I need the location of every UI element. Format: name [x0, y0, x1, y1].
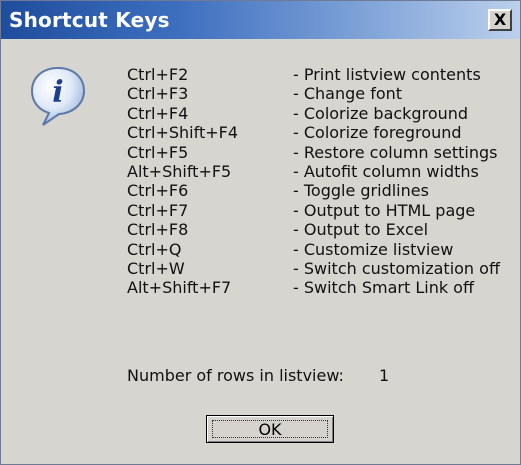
shortcut-description: - Print listview contents: [293, 65, 481, 84]
shortcut-keys-dialog: Shortcut Keys X i Ctrl+F2 - Print listvie…: [0, 0, 521, 465]
shortcut-description: - Switch customization off: [293, 258, 500, 278]
shortcut-key: Ctrl+F8: [127, 220, 189, 240]
shortcut-description: - Colorize background: [293, 103, 469, 123]
shortcut-description: - Switch Smart Link off: [293, 278, 474, 298]
shortcut-key: Ctrl+F3: [127, 84, 189, 104]
shortcut-key: Alt+Shift+F5: [127, 161, 232, 181]
shortcut-description: - Restore column settings: [293, 142, 498, 162]
dialog-title: Shortcut Keys: [9, 8, 170, 32]
close-button[interactable]: X: [488, 9, 512, 31]
shortcut-key: Alt+Shift+F7: [127, 278, 232, 298]
shortcut-key: Ctrl+F4: [127, 103, 189, 123]
shortcut-description: - Autofit column widths: [293, 161, 479, 181]
shortcut-key: Ctrl+W: [127, 258, 185, 278]
shortcut-description: - Customize listview: [293, 239, 454, 259]
info-glyph: i: [52, 75, 63, 110]
shortcut-description: - Output to Excel: [293, 220, 429, 240]
close-icon: X: [493, 10, 507, 29]
shortcut-key: Ctrl+F7: [127, 200, 189, 220]
info-icon: i: [30, 66, 86, 126]
shortcut-key: Ctrl+Q: [127, 239, 182, 259]
shortcut-description: - Toggle gridlines: [293, 181, 429, 201]
shortcut-key: Ctrl+F2: [127, 65, 189, 84]
row-count-label: Number of rows in listview:: [127, 366, 344, 385]
shortcut-key: Ctrl+Shift+F4: [127, 123, 239, 143]
row-count-value: 1: [379, 366, 390, 385]
shortcut-description: - Colorize foreground: [293, 123, 462, 143]
shortcut-description: - Change font: [293, 84, 403, 104]
title-bar[interactable]: Shortcut Keys X: [1, 1, 520, 39]
shortcut-key: Ctrl+F6: [127, 181, 189, 201]
ok-button-label: OK: [258, 419, 282, 439]
shortcut-key: Ctrl+F5: [127, 142, 189, 162]
ok-button[interactable]: OK: [206, 415, 334, 443]
shortcut-description: - Output to HTML page: [293, 200, 476, 220]
